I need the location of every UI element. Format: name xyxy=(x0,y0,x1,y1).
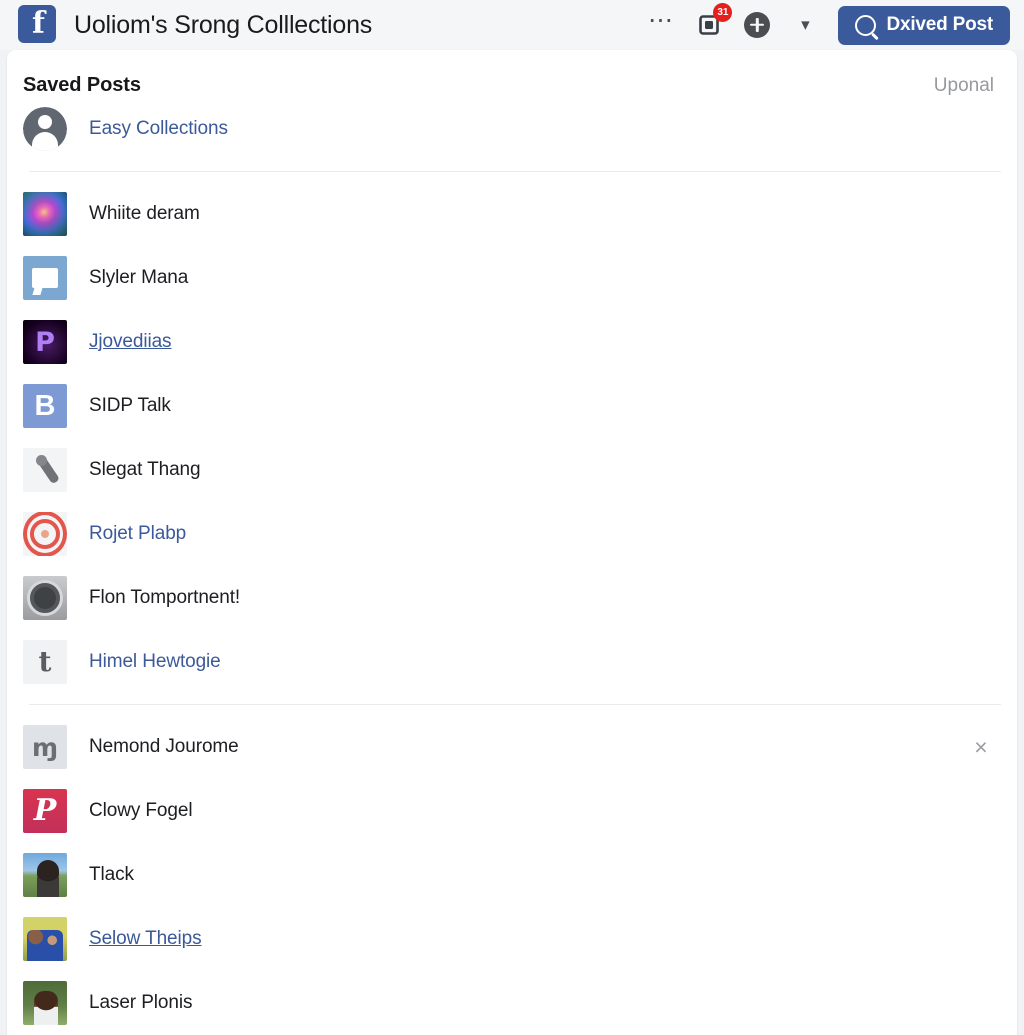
person-photo-thumbnail xyxy=(23,853,67,897)
close-icon[interactable]: × xyxy=(968,735,994,759)
ellipsis-glyph: ⋯ xyxy=(647,6,675,34)
list-item[interactable]: Flon Tomportnent! xyxy=(7,566,1017,630)
list-item-label: Tlack xyxy=(89,864,134,885)
list-item[interactable]: Slyler Mana xyxy=(7,246,1017,310)
uponal-action[interactable]: Uponal xyxy=(934,75,994,97)
list-item-label: Slyler Mana xyxy=(89,267,189,288)
list-item-label: Whiite deram xyxy=(89,203,200,224)
messages-badge: 31 xyxy=(713,3,733,22)
list-item-label: Nemond Jourome xyxy=(89,736,239,757)
list-item[interactable]: P Clowy Fogel xyxy=(7,779,1017,843)
plus-circle-icon[interactable] xyxy=(742,10,772,40)
list-item[interactable]: Easy Collections xyxy=(7,97,1017,161)
dxived-post-label: Dxived Post xyxy=(886,14,993,35)
couple-photo-thumbnail xyxy=(23,917,67,961)
list-item[interactable]: t Himel Hewtogie xyxy=(7,630,1017,694)
list-item[interactable]: P Jjovediias xyxy=(7,310,1017,374)
list-item-label: Flon Tomportnent! xyxy=(89,587,241,608)
plus-circle-glyph xyxy=(744,12,771,38)
list-item-label[interactable]: Easy Collections xyxy=(89,118,228,140)
search-icon xyxy=(855,14,877,36)
card-header: Saved Posts Uponal xyxy=(7,50,1017,97)
letter-b-thumbnail: B xyxy=(23,384,67,428)
purple-p-thumbnail: P xyxy=(23,320,67,364)
page-title: Uoliom's Srong Colllections xyxy=(74,10,373,39)
list-item[interactable]: Rojet Plabp xyxy=(7,502,1017,566)
facebook-logo-icon[interactable] xyxy=(18,5,56,43)
microphone-thumbnail xyxy=(23,448,67,492)
man-photo-thumbnail xyxy=(23,981,67,1025)
chevron-down-icon[interactable]: ▾ xyxy=(790,10,820,40)
list-item-label[interactable]: Selow Theips xyxy=(89,928,202,950)
saved-posts-card: Saved Posts Uponal Easy Collections Whiit… xyxy=(7,50,1017,1035)
pinterest-thumbnail: P xyxy=(23,789,67,833)
tumblr-t-thumbnail: t xyxy=(23,640,67,684)
glyph-thumbnail: ɱ xyxy=(23,725,67,769)
saved-posts-title: Saved Posts xyxy=(23,74,141,96)
target-thumbnail xyxy=(23,512,67,556)
list-item[interactable]: ɱ Nemond Jourome × xyxy=(7,715,1017,779)
list-divider xyxy=(29,171,1001,172)
list-item-label[interactable]: Himel Hewtogie xyxy=(89,651,221,673)
list-item[interactable]: Selow Theips xyxy=(7,907,1017,971)
list-item-label: SIDP Talk xyxy=(89,395,171,416)
ellipsis-icon[interactable]: ⋯ xyxy=(646,6,676,40)
list-item[interactable]: B SIDP Talk xyxy=(7,374,1017,438)
top-bar-actions: ⋯ 31 ▾ Dxived Post xyxy=(646,3,1010,45)
list-divider xyxy=(29,704,1001,705)
dxived-post-button[interactable]: Dxived Post xyxy=(838,5,1010,45)
messages-icon[interactable]: 31 xyxy=(694,3,733,40)
list-item-label: Clowy Fogel xyxy=(89,800,193,821)
list-item[interactable]: Slegat Thang xyxy=(7,438,1017,502)
nebula-thumbnail xyxy=(23,192,67,236)
profile-avatar-icon xyxy=(23,107,67,151)
camera-thumbnail xyxy=(23,576,67,620)
list-item-label[interactable]: Jjovediias xyxy=(89,331,172,353)
saved-posts-list: Easy Collections Whiite deram Slyler Mana P… xyxy=(7,97,1017,1035)
chevron-down-glyph: ▾ xyxy=(801,15,810,34)
list-item[interactable]: Laser Plonis xyxy=(7,971,1017,1035)
list-item[interactable]: Whiite deram xyxy=(7,182,1017,246)
list-item-label: Laser Plonis xyxy=(89,992,193,1013)
flag-thumbnail xyxy=(23,256,67,300)
list-item-label[interactable]: Rojet Plabp xyxy=(89,523,186,545)
top-bar: Uoliom's Srong Colllections ⋯ 31 ▾ Dxive… xyxy=(0,0,1024,50)
list-item[interactable]: Tlack xyxy=(7,843,1017,907)
list-item-label: Slegat Thang xyxy=(89,459,201,480)
